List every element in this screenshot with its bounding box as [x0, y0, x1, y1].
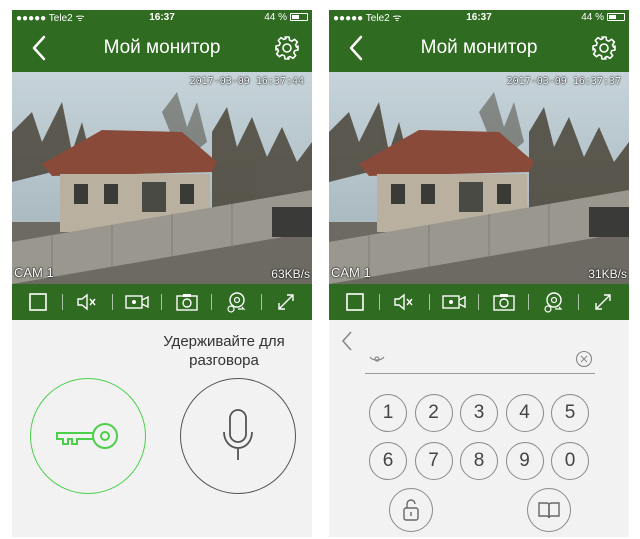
- snapshot-button[interactable]: [172, 288, 202, 316]
- address-book-button[interactable]: [527, 488, 571, 532]
- bitrate-label: 31KB/s: [588, 267, 627, 281]
- eye-icon[interactable]: [369, 352, 385, 370]
- toolbar-divider: [577, 294, 579, 310]
- keypad-key[interactable]: 8: [460, 442, 498, 480]
- book-icon: [538, 502, 560, 519]
- keypad-key[interactable]: 5: [551, 394, 589, 432]
- keypad-row: 1 2 3 4 5: [369, 394, 589, 432]
- monitor-screen-keypad: ●●●●● Tele2 ᯤ 16:37 44 % Мой монитор 201…: [329, 10, 629, 537]
- toolbar-divider: [111, 294, 113, 310]
- mute-button[interactable]: [72, 288, 102, 316]
- video-timestamp: 2017-03-09 16:37:37: [506, 76, 621, 87]
- toolbar-divider: [260, 294, 262, 310]
- playback-icon: [543, 292, 562, 313]
- nav-bar: Мой монитор: [329, 24, 629, 72]
- camera-label: CAM 1: [14, 265, 54, 280]
- playback-icon: [226, 292, 245, 313]
- toolbar-divider: [211, 294, 213, 310]
- unlock-button[interactable]: [389, 488, 433, 532]
- keypad-key[interactable]: 2: [414, 394, 453, 432]
- camera-video-feed[interactable]: 2017-03-09 16:37:37 CAM 1 31KB/s: [329, 72, 629, 284]
- push-to-talk-button[interactable]: [180, 378, 296, 494]
- toolbar-divider: [379, 294, 381, 310]
- keypad-key[interactable]: 9: [505, 442, 544, 480]
- toolbar-divider: [428, 294, 430, 310]
- page-title: Мой монитор: [103, 37, 221, 58]
- expand-button[interactable]: [588, 288, 618, 316]
- keypad-row: 6 7 8 9 0: [369, 442, 589, 480]
- mute-button[interactable]: [389, 288, 419, 316]
- key-icon: [56, 423, 118, 449]
- video-toolbar: [12, 284, 312, 320]
- battery-indicator: 44 %: [264, 12, 308, 23]
- toolbar-divider: [478, 294, 480, 310]
- snapshot-icon: [493, 294, 515, 311]
- video-timestamp: 2017-03-09 16:37:44: [189, 76, 304, 87]
- talk-hint-text: Удерживайте для разговора: [163, 333, 285, 369]
- keypad-key[interactable]: 6: [369, 442, 407, 480]
- page-title: Мой монитор: [420, 37, 538, 58]
- camera-scene-image: [329, 72, 629, 284]
- microphone-icon: [223, 409, 253, 460]
- keypad-back-button[interactable]: [337, 328, 357, 354]
- toolbar-divider: [161, 294, 163, 310]
- camera-scene-image: [12, 72, 312, 284]
- battery-indicator: 44 %: [581, 12, 625, 23]
- status-bar: ●●●●● Tele2 ᯤ 16:37 44 %: [329, 10, 629, 24]
- status-bar: ●●●●● Tele2 ᯤ 16:37 44 %: [12, 10, 312, 24]
- video-toolbar: [329, 284, 629, 320]
- mute-icon: [77, 293, 96, 311]
- battery-icon: [290, 13, 308, 21]
- snapshot-icon: [176, 294, 198, 311]
- monitor-screen-talk: ●●●●● Tele2 ᯤ 16:37 44 % Мой монитор 201…: [12, 10, 312, 537]
- gear-icon: [592, 36, 616, 60]
- carrier-label: ●●●●● Tele2 ᯤ: [16, 13, 85, 24]
- record-video-icon: [125, 295, 149, 309]
- battery-percent: 44 %: [581, 11, 604, 23]
- keypad-key[interactable]: 7: [414, 442, 453, 480]
- unlock-padlock-icon: [403, 499, 419, 521]
- bitrate-label: 63KB/s: [271, 267, 310, 281]
- settings-button[interactable]: [272, 33, 302, 63]
- keypad-key[interactable]: 4: [505, 394, 544, 432]
- keypad-key[interactable]: 0: [551, 442, 589, 480]
- fullscreen-square-button[interactable]: [23, 288, 53, 316]
- fullscreen-square-icon: [28, 293, 47, 311]
- camera-label: CAM 1: [331, 265, 371, 280]
- record-video-button[interactable]: [122, 288, 152, 316]
- toolbar-divider: [528, 294, 530, 310]
- nav-bar: Мой монитор: [12, 24, 312, 72]
- toolbar-divider: [62, 294, 64, 310]
- chevron-left-icon: [341, 331, 352, 351]
- record-video-icon: [442, 295, 466, 309]
- fullscreen-square-icon: [345, 293, 364, 311]
- mute-icon: [394, 293, 413, 311]
- record-video-button[interactable]: [439, 288, 469, 316]
- expand-button[interactable]: [271, 288, 301, 316]
- battery-percent: 44 %: [264, 11, 287, 23]
- unlock-door-button[interactable]: [30, 378, 146, 494]
- carrier-label: ●●●●● Tele2 ᯤ: [333, 13, 402, 24]
- playback-button[interactable]: [539, 288, 569, 316]
- numeric-keypad: 1 2 3 4 5 6 7 8 9 0: [369, 394, 589, 490]
- keypad-key[interactable]: 1: [369, 394, 407, 432]
- playback-button[interactable]: [222, 288, 252, 316]
- expand-icon: [278, 294, 294, 310]
- keypad-key[interactable]: 3: [460, 394, 498, 432]
- expand-icon: [595, 294, 611, 310]
- camera-video-feed[interactable]: 2017-03-09 16:37:44 CAM 1 63KB/s: [12, 72, 312, 284]
- settings-button[interactable]: [589, 33, 619, 63]
- password-field[interactable]: [365, 346, 595, 374]
- gear-icon: [275, 36, 299, 60]
- clear-input-icon[interactable]: [575, 350, 593, 373]
- battery-icon: [607, 13, 625, 21]
- fullscreen-square-button[interactable]: [340, 288, 370, 316]
- snapshot-button[interactable]: [489, 288, 519, 316]
